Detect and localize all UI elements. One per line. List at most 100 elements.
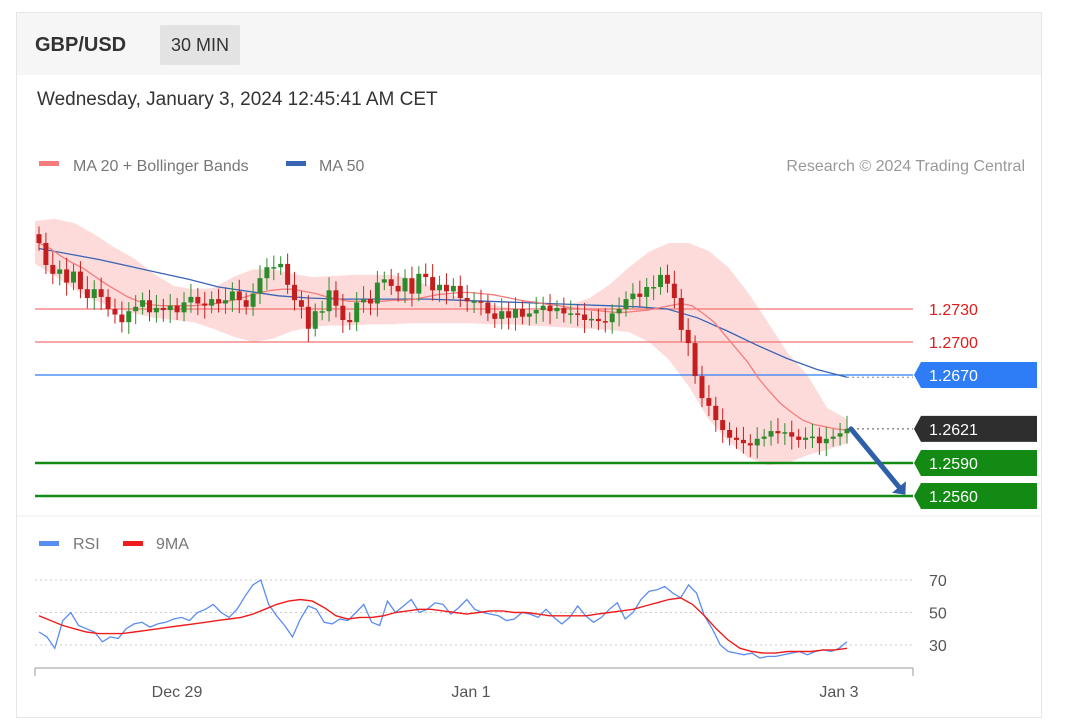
candle-body bbox=[630, 293, 636, 300]
forecast-arrow bbox=[848, 426, 902, 490]
candle-body bbox=[388, 279, 394, 286]
level-label: 1.2590 bbox=[929, 456, 978, 473]
candle-body bbox=[513, 309, 519, 318]
rsi-tick-label: 70 bbox=[929, 573, 947, 590]
candle-body bbox=[146, 300, 152, 313]
candle-body bbox=[153, 307, 159, 313]
legend-label-ma50: MA 50 bbox=[319, 158, 364, 175]
price-chart: 1.2730 1.2700 1.2670 1.2621 1.2590 1.2560 MA 2… bbox=[17, 158, 1041, 701]
candle-body bbox=[506, 311, 512, 318]
candle-body bbox=[519, 309, 525, 317]
candle-body bbox=[796, 436, 802, 440]
candle-body bbox=[533, 310, 539, 314]
candle-body bbox=[181, 302, 187, 313]
level-label: 1.2730 bbox=[929, 302, 978, 319]
candle-body bbox=[312, 311, 318, 329]
candle-body bbox=[195, 296, 201, 304]
candle-body bbox=[782, 432, 788, 434]
candle-body bbox=[423, 273, 429, 278]
candle-body bbox=[354, 302, 360, 323]
candle-body bbox=[409, 278, 415, 294]
candle-body bbox=[740, 439, 746, 444]
candle-body bbox=[278, 263, 284, 268]
candle-body bbox=[437, 284, 443, 291]
candle-body bbox=[167, 305, 173, 311]
candle-body bbox=[464, 298, 470, 302]
candle-body bbox=[333, 290, 339, 306]
candle-body bbox=[367, 299, 373, 304]
candle-body bbox=[50, 265, 56, 274]
candle-body bbox=[374, 282, 380, 304]
candle-body bbox=[319, 311, 325, 313]
legend-swatch-ma50 bbox=[286, 161, 306, 166]
legend-label-ma20: MA 20 + Bollinger Bands bbox=[73, 158, 249, 175]
candle-body bbox=[381, 279, 387, 283]
legend-label-9ma: 9MA bbox=[156, 536, 189, 553]
candle-body bbox=[257, 278, 263, 294]
candle-body bbox=[575, 313, 581, 315]
rsi-tick-label: 50 bbox=[929, 606, 947, 623]
legend-swatch-ma20 bbox=[39, 161, 59, 166]
candle-body bbox=[292, 284, 298, 301]
candle-body bbox=[112, 309, 118, 315]
legend-swatch-rsi bbox=[39, 541, 59, 546]
candle-body bbox=[616, 309, 622, 314]
candle-body bbox=[816, 436, 822, 444]
candle-body bbox=[789, 432, 795, 437]
candle-body bbox=[416, 273, 422, 294]
candle-body bbox=[222, 300, 228, 304]
candle-body bbox=[202, 303, 208, 306]
candle-body bbox=[651, 287, 657, 289]
copyright-text: Research © 2024 Trading Central bbox=[786, 158, 1025, 175]
candle-body bbox=[450, 285, 456, 292]
candle-body bbox=[126, 311, 132, 323]
candle-body bbox=[209, 299, 215, 306]
candle-body bbox=[326, 290, 332, 312]
candle-body bbox=[229, 291, 235, 301]
candle-body bbox=[430, 277, 436, 291]
candle-body bbox=[823, 438, 829, 444]
candle-body bbox=[658, 274, 664, 287]
candle-body bbox=[664, 274, 670, 284]
candle-body bbox=[340, 305, 346, 320]
candle-body bbox=[754, 438, 760, 446]
candle-body bbox=[361, 299, 367, 303]
candle-body bbox=[485, 302, 491, 314]
legend-label-rsi: RSI bbox=[73, 536, 100, 553]
candle-body bbox=[174, 305, 180, 313]
candle-body bbox=[91, 289, 97, 298]
candle-body bbox=[671, 283, 677, 298]
candle-body bbox=[285, 263, 291, 285]
candle-body bbox=[720, 420, 726, 430]
candle-body bbox=[568, 313, 574, 315]
candle-body bbox=[685, 329, 691, 344]
candle-body bbox=[471, 301, 477, 303]
x-tick-label: Dec 29 bbox=[152, 684, 203, 701]
candle-body bbox=[347, 320, 353, 323]
candle-body bbox=[236, 291, 242, 301]
candle-body bbox=[271, 267, 277, 269]
candle-body bbox=[57, 269, 63, 274]
candle-body bbox=[609, 313, 615, 323]
candle-body bbox=[809, 436, 815, 439]
rsi-tick-label: 30 bbox=[929, 638, 947, 655]
candle-body bbox=[644, 287, 650, 297]
candle-body bbox=[119, 314, 125, 323]
candle-body bbox=[188, 296, 194, 303]
legend-swatch-9ma bbox=[123, 541, 143, 546]
level-label: 1.2700 bbox=[929, 335, 978, 352]
candle-body bbox=[43, 243, 49, 265]
candle-body bbox=[803, 437, 809, 440]
candle-body bbox=[540, 305, 546, 311]
candle-body bbox=[768, 431, 774, 437]
candle-body bbox=[64, 269, 70, 283]
candle-body bbox=[305, 306, 311, 329]
candle-body bbox=[761, 436, 767, 439]
candle-body bbox=[713, 405, 719, 421]
candle-body bbox=[547, 305, 553, 312]
candle-body bbox=[216, 299, 222, 304]
x-tick-label: Jan 3 bbox=[819, 684, 858, 701]
level-label: 1.2560 bbox=[929, 489, 978, 506]
candle-body bbox=[105, 296, 111, 309]
candle-body bbox=[77, 271, 83, 290]
